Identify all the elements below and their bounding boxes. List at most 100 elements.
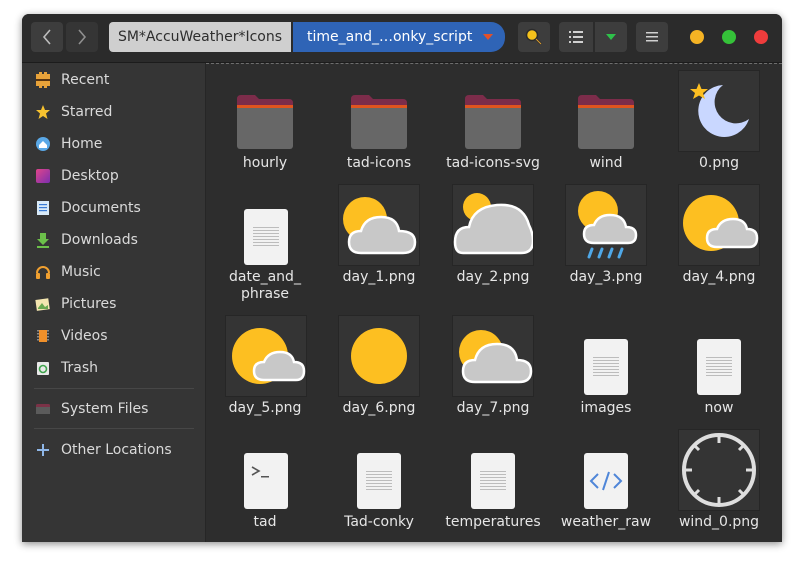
sidebar-item-pictures[interactable]: Pictures — [34, 290, 116, 318]
rain-image-thumbnail — [565, 184, 647, 266]
file-label: day_2.png — [456, 269, 530, 285]
search-icon — [525, 28, 543, 46]
chevron-left-icon — [42, 29, 52, 45]
compass-image-thumbnail — [678, 429, 760, 511]
sidebar-item-recent[interactable]: Recent — [34, 66, 109, 94]
sidebar-item-label: Other Locations — [61, 442, 172, 458]
desktop-icon — [34, 167, 52, 185]
sidebar-item-videos[interactable]: Videos — [34, 322, 108, 350]
sidebar-item-documents[interactable]: Documents — [34, 194, 141, 222]
sidebar-item-trash[interactable]: Trash — [34, 354, 98, 382]
text-file-icon — [584, 339, 628, 395]
sun-cloud-image-thumbnail — [225, 315, 307, 397]
menu-button[interactable] — [636, 22, 668, 52]
recent-icon — [34, 71, 52, 89]
folder-icon — [237, 95, 293, 149]
file-label: tad-icons-svg — [446, 155, 540, 171]
folder-icon — [465, 95, 521, 149]
sidebar: Recent Starred Home Desktop Documents Do… — [22, 63, 206, 542]
minimize-button[interactable] — [690, 30, 704, 44]
sidebar-item-system-files[interactable]: System Files — [34, 395, 148, 423]
sidebar-item-downloads[interactable]: Downloads — [34, 226, 138, 254]
code-file-icon — [584, 453, 628, 509]
sidebar-divider — [34, 428, 194, 429]
file-label: wind_0.png — [678, 514, 760, 530]
videos-icon — [34, 327, 52, 345]
sidebar-item-label: Videos — [61, 328, 108, 344]
forward-button[interactable] — [66, 22, 98, 52]
hamburger-menu-icon — [646, 32, 658, 42]
text-file-icon — [357, 453, 401, 509]
sidebar-item-label: Recent — [61, 72, 110, 88]
moon-icon — [690, 83, 749, 137]
folder-icon — [351, 95, 407, 149]
file-label: 0.png — [698, 155, 739, 171]
compass-icon — [682, 433, 756, 507]
text-file-icon — [471, 453, 515, 509]
list-view-button[interactable] — [559, 22, 593, 52]
maximize-button[interactable] — [722, 30, 736, 44]
sun-cloud-icon — [343, 197, 417, 255]
sun-cloud-icon — [683, 195, 759, 251]
sidebar-item-label: Pictures — [61, 296, 117, 312]
path-segment-parent[interactable]: SM*AccuWeather*Icons — [109, 22, 291, 52]
back-button[interactable] — [31, 22, 63, 52]
chevron-right-icon — [77, 29, 87, 45]
star-icon — [34, 103, 52, 121]
documents-icon — [34, 199, 52, 217]
sun-icon — [351, 328, 407, 384]
file-label: day_6.png — [342, 400, 416, 416]
sidebar-item-label: Downloads — [61, 232, 138, 248]
sidebar-item-other-locations[interactable]: Other Locations — [34, 436, 172, 464]
cloud-sun-image-thumbnail — [452, 184, 534, 266]
cloud-sun-icon — [453, 193, 533, 255]
file-label: now — [704, 400, 734, 416]
sun-cloud-image-thumbnail — [678, 184, 760, 266]
dropdown-arrow-icon — [483, 34, 493, 40]
file-label: day_1.png — [342, 269, 416, 285]
music-icon — [34, 263, 52, 281]
sidebar-item-home[interactable]: Home — [34, 130, 102, 158]
text-file-icon — [244, 209, 288, 265]
file-label: tad — [253, 514, 277, 530]
path-segment-current[interactable]: time_and_…onky_script — [293, 22, 505, 52]
sun-cloud-icon — [232, 328, 306, 384]
sidebar-item-label: Starred — [61, 104, 113, 120]
sun-image-thumbnail — [338, 315, 420, 397]
file-label: day_5.png — [228, 400, 302, 416]
sidebar-item-label: Desktop — [61, 168, 119, 184]
file-label: weather_raw — [560, 514, 652, 530]
home-icon — [34, 135, 52, 153]
header-bar: SM*AccuWeather*Icons time_and_…onky_scri… — [22, 14, 782, 63]
plus-icon — [34, 441, 52, 459]
rain-cloud-icon — [578, 191, 638, 259]
sidebar-item-music[interactable]: Music — [34, 258, 101, 286]
sidebar-item-label: Documents — [61, 200, 141, 216]
search-button[interactable] — [518, 22, 550, 52]
file-label: hourly — [242, 155, 288, 171]
sun-cloud-image-thumbnail — [338, 184, 420, 266]
text-file-icon — [697, 339, 741, 395]
file-label: temperatures — [445, 514, 541, 530]
sidebar-item-label: Music — [61, 264, 101, 280]
sun-cloud-image-thumbnail — [452, 315, 534, 397]
path-segment-current-label: time_and_…onky_script — [307, 29, 473, 45]
sidebar-divider — [34, 388, 194, 389]
file-label: day_4.png — [682, 269, 756, 285]
triangle-down-icon — [605, 33, 617, 41]
downloads-icon — [34, 231, 52, 249]
terminal-file-icon — [244, 453, 288, 509]
pictures-icon — [34, 295, 52, 313]
close-button[interactable] — [754, 30, 768, 44]
sidebar-item-starred[interactable]: Starred — [34, 98, 112, 126]
file-manager-window: SM*AccuWeather*Icons time_and_…onky_scri… — [22, 14, 782, 542]
sidebar-item-desktop[interactable]: Desktop — [34, 162, 119, 190]
file-label: wind — [589, 155, 623, 171]
sun-cloud-icon — [459, 330, 533, 384]
moon-image-thumbnail — [678, 70, 760, 152]
drive-icon — [34, 400, 52, 418]
view-options-button[interactable] — [595, 22, 627, 52]
file-label: day_7.png — [456, 400, 530, 416]
file-label: date_and_ phrase — [229, 269, 301, 302]
drop-target-line — [206, 63, 782, 64]
